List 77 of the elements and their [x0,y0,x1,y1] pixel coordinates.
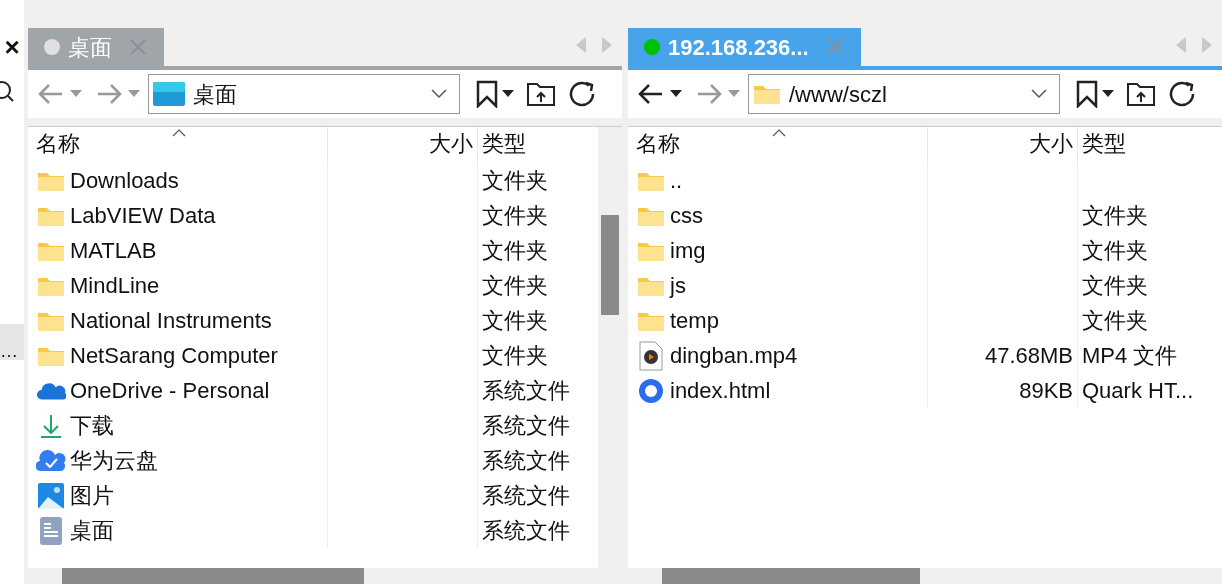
cloud-icon [36,380,66,401]
scroll-right-icon[interactable] [600,36,614,54]
path-text: 桌面 [193,80,238,109]
file-name[interactable]: js [670,269,686,302]
file-type: 文件夹 [482,168,548,193]
file-type: 文件夹 [482,273,548,298]
file-name[interactable]: LabVIEW Data [70,199,216,232]
file-type: 文件夹 [482,238,548,263]
file-name[interactable]: National Instruments [70,304,272,337]
file-name[interactable]: MATLAB [70,234,157,267]
cloud-icon [36,448,66,473]
scrollbar-thumb[interactable] [601,215,619,315]
scrollbar-thumb[interactable] [662,568,920,584]
file-type: 系统文件 [482,518,570,543]
file-type: 系统文件 [482,378,570,403]
file-name[interactable]: temp [670,304,719,337]
close-glyph[interactable]: × [0,30,24,64]
search-icon[interactable] [0,80,14,104]
file-size: 47.68MB [984,342,1073,370]
path-field[interactable]: /www/sczl [748,74,1060,114]
caret-icon[interactable] [502,90,514,98]
caret-icon[interactable] [670,90,682,98]
bookmark-icon[interactable] [476,80,498,108]
upload-folder-icon[interactable] [1126,81,1156,107]
file-name[interactable]: dingban.mp4 [670,339,798,372]
file-type: 系统文件 [482,448,570,473]
file-size: 89KB [1019,377,1073,405]
tab-label: 192.168.236... [668,33,809,62]
file-name[interactable]: 桌面 [70,514,114,547]
scroll-left-icon[interactable] [574,36,588,54]
file-name[interactable]: MindLine [70,269,160,302]
column-header[interactable]: 类型 [1078,127,1222,163]
file-name[interactable]: .. [670,164,683,197]
file-type: 文件夹 [1082,203,1148,228]
picture-icon [37,481,65,510]
file-name[interactable]: img [670,234,706,267]
file-type: Quark HT... [1082,378,1194,403]
scroll-right-icon[interactable] [1200,36,1214,54]
tab-label: 桌面 [68,33,112,62]
file-type: 文件夹 [1082,308,1148,333]
column-header[interactable]: 大小 [928,127,1078,163]
bookmark-icon[interactable] [1076,80,1098,108]
dropdown-icon[interactable] [1031,89,1047,99]
file-name[interactable]: css [670,199,703,232]
upload-folder-icon[interactable] [526,81,556,107]
file-type: 文件夹 [482,343,548,368]
file-type: 文件夹 [1082,273,1148,298]
sort-ascending-icon [172,129,186,137]
file-type: 文件夹 [482,203,548,228]
sort-ascending-icon [772,129,786,137]
file-type: MP4 文件 [1082,343,1178,368]
file-name[interactable]: 华为云盘 [70,444,158,477]
caret-icon[interactable] [1102,90,1114,98]
monitor-icon [153,82,185,106]
file-name[interactable]: index.html [670,374,771,407]
document-icon [39,515,63,546]
file-name[interactable]: 下载 [70,409,114,442]
scrollbar-thumb[interactable] [62,568,364,584]
scroll-left-icon[interactable] [1174,36,1188,54]
file-name[interactable]: OneDrive - Personal [70,374,270,407]
column-header[interactable]: 名称 [628,127,928,163]
file-type: 系统文件 [482,483,570,508]
folder-icon [753,83,781,105]
file-type: 文件夹 [1082,238,1148,263]
column-header[interactable]: 名称 [28,127,328,163]
file-type: 系统文件 [482,413,570,438]
path-field[interactable]: 桌面 [148,74,460,114]
file-name[interactable]: NetSarang Computer [70,339,278,372]
video-file-icon [639,340,663,371]
file-name[interactable]: 图片 [70,479,114,512]
file-type: 文件夹 [482,308,548,333]
file-name[interactable]: Downloads [70,164,179,197]
path-text: /www/sczl [789,80,888,109]
browser-icon [638,377,664,404]
column-header[interactable]: 大小 [328,127,478,163]
dropdown-icon[interactable] [431,89,447,99]
column-header[interactable]: 类型 [478,127,598,163]
